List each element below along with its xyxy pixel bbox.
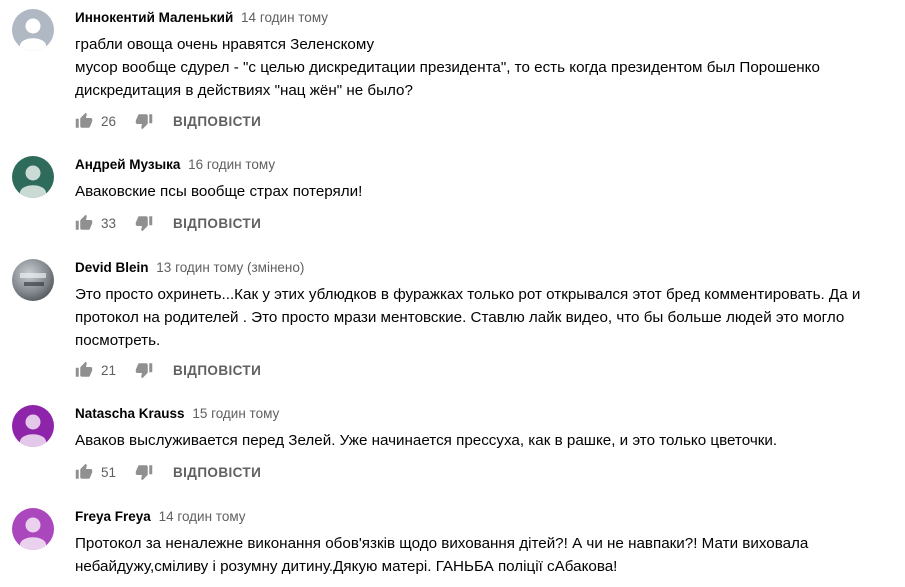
reply-button[interactable]: ВІДПОВІСТИ [173,216,261,231]
author-name[interactable]: Иннокентий Маленький [75,10,233,25]
like-count: 26 [101,113,117,129]
comment-text: Протокол за неналежне виконання обов'язк… [75,535,809,575]
comment-time[interactable]: 16 годин тому [188,157,275,172]
thumbs-down-icon[interactable] [135,463,153,481]
comment-text: Это просто охринеть...Как у этих ублюдко… [75,286,861,349]
avatar[interactable] [12,259,54,301]
avatar[interactable] [12,508,54,550]
comment-text: Аваковские псы вообще страх потеряли! [75,183,363,200]
reply-button[interactable]: ВІДПОВІСТИ [173,465,261,480]
thumbs-down-icon[interactable] [135,361,153,379]
thumbs-up-icon[interactable] [75,463,93,481]
default-avatar-icon [12,156,54,198]
comment-header: Андрей Музыка 16 годин тому [75,156,275,174]
comment-text: грабли овоща очень нравятся Зеленскому м… [75,36,820,99]
comment-actions: 51 ВІДПОВІСТИ [75,462,261,482]
comment-header: Devid Blein 13 годин тому (змінено) [75,259,304,277]
author-name[interactable]: Devid Blein [75,260,149,275]
author-name[interactable]: Natascha Krauss [75,406,185,421]
comment-time[interactable]: 14 годин тому [241,10,328,25]
comment-header: Natascha Krauss 15 годин тому [75,405,279,423]
thumbs-up-icon[interactable] [75,112,93,130]
avatar[interactable] [12,156,54,198]
thumbs-up-icon[interactable] [75,361,93,379]
thumbs-down-icon[interactable] [135,214,153,232]
default-avatar-icon [12,405,54,447]
author-name[interactable]: Freya Freya [75,509,151,524]
avatar[interactable] [12,9,54,51]
comment-header: Freya Freya 14 годин тому [75,508,246,526]
comment-time[interactable]: 15 годин тому [192,406,279,421]
comment-actions: 33 ВІДПОВІСТИ [75,213,261,233]
like-count: 33 [101,215,117,231]
comment-time[interactable]: 14 годин тому [159,509,246,524]
comment-actions: 26 ВІДПОВІСТИ [75,111,261,131]
avatar[interactable] [12,405,54,447]
default-avatar-icon [12,9,54,51]
like-count: 51 [101,464,117,480]
like-count: 21 [101,362,117,378]
author-name[interactable]: Андрей Музыка [75,157,180,172]
comment-actions: 21 ВІДПОВІСТИ [75,360,261,380]
thumbs-up-icon[interactable] [75,214,93,232]
thumbs-down-icon[interactable] [135,112,153,130]
reply-button[interactable]: ВІДПОВІСТИ [173,114,261,129]
profile-photo-icon [12,259,54,301]
comment-header: Иннокентий Маленький 14 годин тому [75,9,328,27]
reply-button[interactable]: ВІДПОВІСТИ [173,363,261,378]
default-avatar-icon [12,508,54,550]
comment-time[interactable]: 13 годин тому (змінено) [156,260,304,275]
comment-text: Аваков выслуживается перед Зелей. Уже на… [75,432,778,449]
